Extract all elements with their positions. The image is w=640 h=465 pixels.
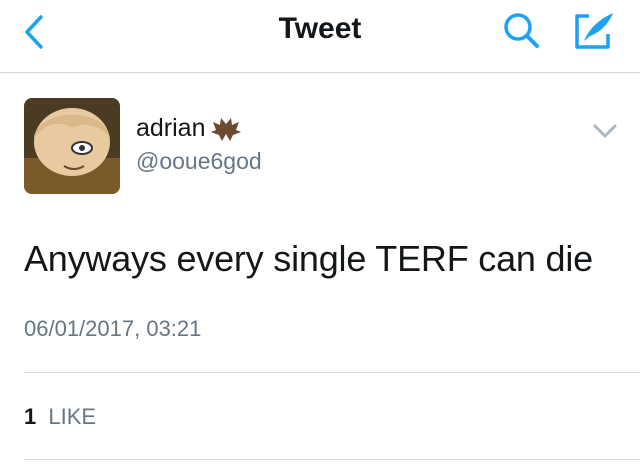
author-display-name[interactable]: adrian <box>136 114 242 143</box>
likes-label: LIKE <box>48 404 97 429</box>
likes-count: 1 <box>24 404 37 429</box>
divider <box>24 459 640 460</box>
tweet-timestamp[interactable]: 06/01/2017, 03:21 <box>24 316 201 342</box>
divider <box>24 372 640 373</box>
avatar-image <box>24 98 120 194</box>
bat-emoji-icon <box>210 116 242 142</box>
tweet-options-button[interactable] <box>592 120 618 142</box>
search-button[interactable] <box>498 10 546 52</box>
navigation-bar: Tweet <box>0 0 640 73</box>
display-name-text: adrian <box>136 114 206 142</box>
compose-tweet-button[interactable] <box>568 8 620 54</box>
avatar[interactable] <box>24 98 120 194</box>
likes-stat[interactable]: 1 LIKE <box>24 404 96 430</box>
author-handle[interactable]: @ooue6god <box>136 148 262 175</box>
search-icon <box>504 13 539 48</box>
compose-tweet-icon <box>575 13 613 49</box>
chevron-down-icon <box>593 124 617 138</box>
tweet-text: Anyways every single TERF can die <box>24 238 593 279</box>
